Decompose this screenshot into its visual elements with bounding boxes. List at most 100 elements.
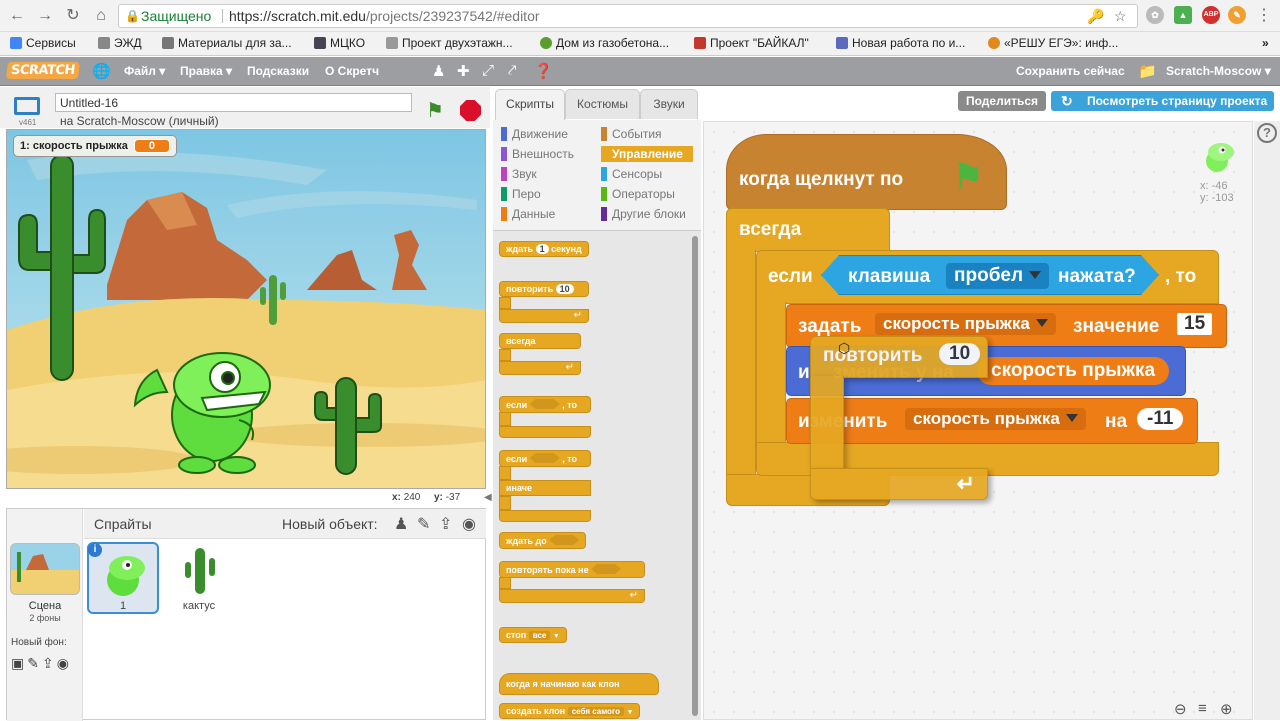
stage-canvas[interactable]: 1: скорость прыжка 0: [6, 129, 486, 489]
reload-icon[interactable]: ↻: [63, 6, 83, 26]
bookmark-gas-concrete-house[interactable]: Дом из газобетона...: [540, 36, 669, 50]
camera-icon[interactable]: ◉: [462, 514, 476, 534]
tab-costumes[interactable]: Костюмы: [565, 89, 640, 119]
variable-reporter[interactable]: скорость прыжка: [977, 357, 1170, 385]
script-if-block[interactable]: если клавиша пробел нажата? , то: [756, 250, 1219, 304]
category-control[interactable]: Управление: [601, 146, 693, 162]
category-pen[interactable]: Перо: [501, 186, 541, 202]
tab-scripts[interactable]: Скрипты: [495, 89, 565, 120]
zoom-reset-icon[interactable]: ≡: [1198, 700, 1207, 717]
category-sound[interactable]: Звук: [501, 166, 537, 182]
upload-icon[interactable]: ⇪: [42, 655, 57, 671]
share-button[interactable]: Поделиться: [958, 91, 1046, 111]
bookmark-materials[interactable]: Материалы для за...: [162, 36, 292, 50]
home-icon[interactable]: ⌂: [91, 6, 111, 26]
category-sensing[interactable]: Сенсоры: [601, 166, 662, 182]
script-forever-block[interactable]: всегда: [726, 208, 890, 252]
script-hat-when-flag[interactable]: когда щелкнут по ⚑: [726, 134, 1007, 210]
cut-scissors-icon[interactable]: ✚: [457, 62, 470, 80]
palette-block-repeat-until[interactable]: повторять пока не: [499, 561, 645, 578]
block-number-input[interactable]: 1: [535, 244, 549, 254]
category-events[interactable]: События: [601, 126, 662, 142]
bookmark-mcko[interactable]: МЦКО: [314, 36, 365, 50]
bookmark-project-baikal[interactable]: Проект "БАЙКАЛ": [694, 36, 809, 50]
change-value-input[interactable]: -11: [1137, 408, 1184, 430]
paintbrush-icon[interactable]: ✎: [27, 655, 42, 671]
menu-edit[interactable]: Правка ▾: [180, 64, 232, 78]
set-value-input[interactable]: 15: [1177, 313, 1213, 335]
palette-scrollbar-thumb[interactable]: [692, 236, 698, 716]
grow-icon[interactable]: ⤢: [482, 62, 494, 79]
variable-monitor[interactable]: 1: скорость прыжка 0: [13, 135, 177, 157]
sprite-info-icon[interactable]: i: [88, 543, 102, 557]
menu-kebab-icon[interactable]: ⋮: [1254, 6, 1274, 26]
bookmarks-overflow-icon[interactable]: »: [1262, 36, 1269, 50]
block-number-input[interactable]: 10: [555, 284, 574, 294]
repeat-block-header[interactable]: повторить 10: [810, 336, 988, 378]
category-motion[interactable]: Движение: [501, 126, 568, 142]
category-operators[interactable]: Операторы: [601, 186, 675, 202]
paintbrush-icon[interactable]: ✎: [417, 514, 430, 534]
address-bar[interactable]: 🔒 Защищено https://scratch.mit.edu/proje…: [118, 4, 1138, 28]
back-arrow-icon[interactable]: ←: [7, 6, 27, 26]
category-more-blocks[interactable]: Другие блоки: [601, 206, 686, 222]
adblock-extension-icon[interactable]: АВР: [1202, 6, 1220, 24]
puzzle-extension-icon[interactable]: ✎: [1228, 6, 1246, 24]
bookmark-star-icon[interactable]: ☆: [1114, 5, 1127, 27]
repeat-count-input[interactable]: 10: [939, 343, 981, 365]
user-menu[interactable]: Scratch-Moscow ▾: [1166, 64, 1271, 78]
scratch-logo[interactable]: SCRATCH: [6, 62, 80, 79]
camera-icon[interactable]: ◉: [57, 655, 72, 671]
key-icon[interactable]: 🔑: [1087, 5, 1104, 27]
zoom-in-icon[interactable]: ⊕: [1220, 700, 1233, 718]
help-icon[interactable]: ❓: [534, 62, 553, 80]
category-looks[interactable]: Внешность: [501, 146, 574, 162]
block-dropdown[interactable]: все: [528, 631, 551, 640]
zoom-out-icon[interactable]: ⊖: [1174, 700, 1187, 718]
block-dropdown[interactable]: себя самого: [567, 707, 625, 716]
palette-block-repeat[interactable]: повторить 10: [499, 281, 589, 297]
project-title-input[interactable]: Untitled-16: [55, 93, 412, 112]
sprite-library-icon[interactable]: ♟: [394, 514, 408, 534]
menu-tips[interactable]: Подсказки: [247, 64, 309, 78]
sensing-key-pressed-block[interactable]: клавиша пробел нажата?: [821, 255, 1159, 295]
palette-block-wait[interactable]: ждать 1 секунд: [499, 241, 589, 257]
variable-dropdown[interactable]: скорость прыжка: [875, 313, 1056, 335]
palette-block-wait-until[interactable]: ждать до: [499, 532, 587, 549]
dragged-repeat-block[interactable]: повторить 10 ↵: [810, 336, 998, 508]
extension-green-icon[interactable]: ▲: [1174, 6, 1192, 24]
folder-icon[interactable]: 📁: [1138, 62, 1157, 80]
shrink-icon[interactable]: ⤤: [508, 62, 516, 79]
bookmark-services[interactable]: Сервисы: [10, 36, 76, 50]
key-dropdown[interactable]: пробел: [946, 263, 1049, 289]
bookmark-new-work[interactable]: Новая работа по и...: [836, 36, 965, 50]
palette-block-when-clone-starts[interactable]: когда я начинаю как клон: [499, 673, 659, 695]
bookmark-project-two-storey[interactable]: Проект двухэтажн...: [386, 36, 513, 50]
bookmark-ezhd[interactable]: ЭЖД: [98, 36, 142, 50]
menu-about[interactable]: О Скретч: [325, 64, 379, 78]
palette-block-if-else[interactable]: если , то: [499, 450, 591, 467]
menu-file[interactable]: Файл ▾: [124, 64, 165, 78]
stage-thumbnail[interactable]: [10, 543, 80, 595]
duplicate-stamp-icon[interactable]: ♟: [432, 62, 445, 80]
tab-sounds[interactable]: Звуки: [640, 89, 698, 119]
palette-block-create-clone[interactable]: создать клон себя самого ▼: [499, 703, 641, 719]
palette-block-stop[interactable]: стоп все ▼: [499, 627, 567, 643]
palette-scrollbar[interactable]: [692, 236, 698, 716]
paw-extension-icon[interactable]: ✿: [1146, 6, 1164, 24]
forward-arrow-icon[interactable]: →: [35, 6, 55, 26]
save-now-link[interactable]: Сохранить сейчас: [1016, 64, 1125, 78]
image-icon[interactable]: ▣: [11, 655, 27, 671]
green-flag-icon[interactable]: ⚑: [426, 98, 450, 122]
sprite-thumb-dino[interactable]: i 1: [87, 542, 159, 614]
palette-block-if[interactable]: если , то: [499, 396, 591, 413]
category-data[interactable]: Данные: [501, 206, 555, 222]
upload-icon[interactable]: ⇪: [439, 514, 452, 534]
presentation-mode-icon[interactable]: [14, 97, 40, 115]
palette-block-forever[interactable]: всегда: [499, 333, 581, 349]
collapse-left-icon[interactable]: ◀: [484, 492, 492, 503]
help-question-icon[interactable]: ?: [1257, 123, 1277, 143]
see-project-page-button[interactable]: ↻ Посмотреть страницу проекта: [1051, 91, 1274, 111]
globe-icon[interactable]: 🌐: [92, 62, 111, 80]
bookmark-reshu-ege[interactable]: «РЕШУ ЕГЭ»: инф...: [988, 36, 1118, 50]
